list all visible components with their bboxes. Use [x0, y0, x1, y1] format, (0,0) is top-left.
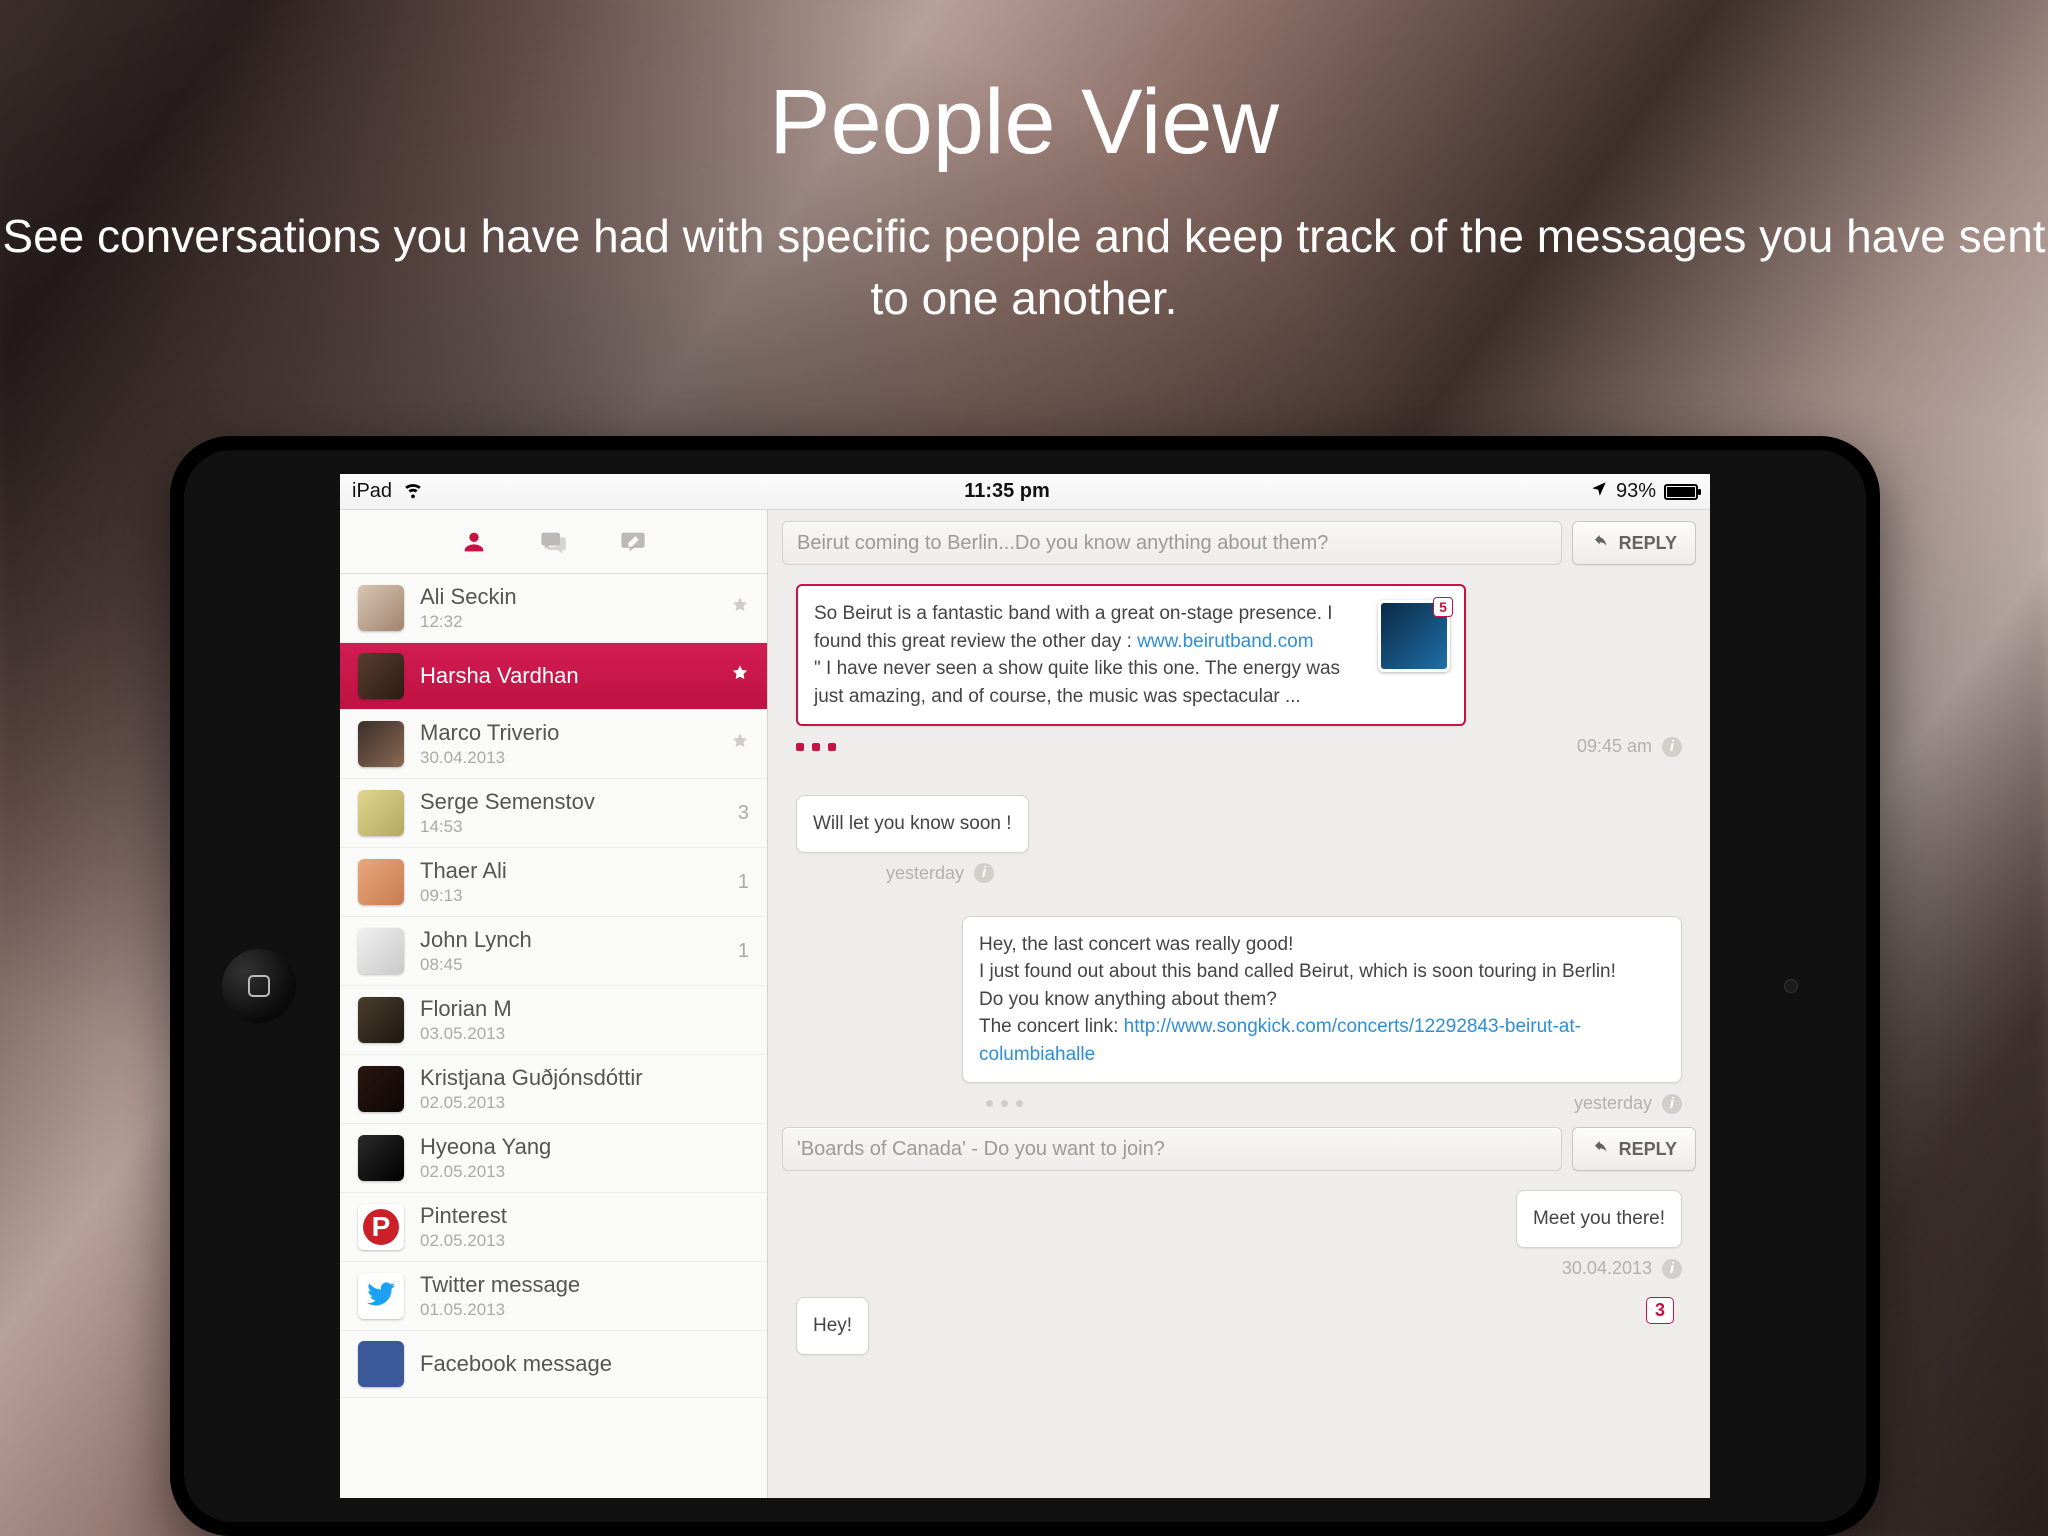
- people-row[interactable]: Hyeona Yang02.05.2013: [340, 1124, 767, 1193]
- person-time: 03.05.2013: [420, 1024, 741, 1044]
- avatar: [358, 997, 404, 1043]
- avatar: [358, 859, 404, 905]
- person-name: Florian M: [420, 996, 741, 1022]
- link[interactable]: www.beirutband.com: [1137, 631, 1313, 652]
- tab-chat[interactable]: [538, 528, 568, 556]
- person-time: 14:53: [420, 817, 730, 837]
- people-row[interactable]: Thaer Ali09:13 1: [340, 848, 767, 917]
- reply-icon: [1591, 1139, 1611, 1160]
- row-badge: 3: [738, 802, 749, 825]
- thread-subject[interactable]: Beirut coming to Berlin...Do you know an…: [782, 521, 1562, 565]
- person-time: 09:13: [420, 886, 730, 906]
- badge: 3: [1646, 1297, 1674, 1324]
- people-row[interactable]: Florian M03.05.2013: [340, 986, 767, 1055]
- dots-icon[interactable]: [796, 743, 836, 751]
- tab-compose[interactable]: [618, 528, 648, 556]
- battery-percent: 93%: [1616, 480, 1656, 503]
- person-time: 30.04.2013: [420, 748, 723, 768]
- row-badge: [731, 596, 749, 620]
- attachment-count: 5: [1433, 597, 1453, 617]
- message-bubble[interactable]: Hey!: [796, 1297, 869, 1355]
- people-row[interactable]: Harsha Vardhan: [340, 643, 767, 710]
- person-name: Thaer Ali: [420, 858, 730, 884]
- person-time: 12:32: [420, 612, 723, 632]
- sidebar: Ali Seckin12:32 Harsha Vardhan Marco Trive…: [340, 510, 768, 1498]
- message-time: 30.04.2013: [1562, 1258, 1652, 1279]
- person-name: Facebook message: [420, 1351, 741, 1377]
- person-name: Kristjana Guðjónsdóttir: [420, 1065, 741, 1091]
- people-row[interactable]: Kristjana Guðjónsdóttir02.05.2013: [340, 1055, 767, 1124]
- row-badge: [731, 664, 749, 688]
- battery-icon: [1664, 484, 1698, 500]
- message-bubble[interactable]: Will let you know soon !: [796, 795, 1029, 853]
- person-time: 02.05.2013: [420, 1093, 741, 1113]
- device-label: iPad: [352, 480, 392, 503]
- status-bar: iPad 11:35 pm 93%: [340, 474, 1710, 510]
- person-time: 01.05.2013: [420, 1300, 741, 1320]
- people-row[interactable]: Facebook message: [340, 1331, 767, 1398]
- avatar: P: [358, 1204, 404, 1250]
- message-bubble[interactable]: Hey, the last concert was really good! I…: [962, 916, 1682, 1084]
- info-icon[interactable]: i: [1662, 737, 1682, 757]
- clock: 11:35 pm: [424, 480, 1590, 503]
- person-name: Serge Semenstov: [420, 789, 730, 815]
- message-time: yesterday: [886, 863, 964, 884]
- info-icon[interactable]: i: [1662, 1094, 1682, 1114]
- conversation-panel: Beirut coming to Berlin...Do you know an…: [768, 510, 1710, 1498]
- person-name: John Lynch: [420, 927, 730, 953]
- message-time: yesterday: [1574, 1093, 1652, 1114]
- person-name: Twitter message: [420, 1272, 741, 1298]
- info-icon[interactable]: i: [974, 863, 994, 883]
- people-row[interactable]: John Lynch08:45 1: [340, 917, 767, 986]
- thread-subject[interactable]: 'Boards of Canada' - Do you want to join…: [782, 1127, 1562, 1171]
- tab-people[interactable]: [460, 528, 488, 556]
- person-name: Hyeona Yang: [420, 1134, 741, 1160]
- message-time: 09:45 am: [1577, 736, 1652, 757]
- people-row[interactable]: Serge Semenstov14:53 3: [340, 779, 767, 848]
- sidebar-tabs: [340, 510, 767, 574]
- row-badge: 1: [738, 940, 749, 963]
- home-button[interactable]: [222, 949, 296, 1023]
- avatar: [358, 1066, 404, 1112]
- person-time: 02.05.2013: [420, 1162, 741, 1182]
- hero-subtitle: See conversations you have had with spec…: [0, 205, 2048, 329]
- avatar: [358, 653, 404, 699]
- dots-icon[interactable]: [986, 1100, 1023, 1107]
- avatar: [358, 1341, 404, 1387]
- people-row[interactable]: Ali Seckin12:32: [340, 574, 767, 643]
- person-time: 02.05.2013: [420, 1231, 741, 1251]
- attachment-thumb[interactable]: 5: [1378, 600, 1450, 672]
- people-row[interactable]: P Pinterest02.05.2013: [340, 1193, 767, 1262]
- row-badge: [731, 732, 749, 756]
- info-icon[interactable]: i: [1662, 1259, 1682, 1279]
- avatar: [358, 928, 404, 974]
- person-name: Marco Triverio: [420, 720, 723, 746]
- reply-icon: [1591, 533, 1611, 554]
- hero: People View See conversations you have h…: [0, 70, 2048, 329]
- message-bubble[interactable]: Meet you there!: [1516, 1190, 1682, 1248]
- person-name: Pinterest: [420, 1203, 741, 1229]
- wifi-icon: [402, 478, 424, 506]
- message-bubble[interactable]: So Beirut is a fantastic band with a gre…: [796, 584, 1466, 726]
- camera-icon: [1784, 979, 1798, 993]
- avatar: [358, 721, 404, 767]
- avatar: [358, 1135, 404, 1181]
- hero-title: People View: [0, 70, 2048, 175]
- row-badge: 1: [738, 871, 749, 894]
- person-name: Ali Seckin: [420, 584, 723, 610]
- reply-button[interactable]: REPLY: [1572, 521, 1696, 565]
- person-time: 08:45: [420, 955, 730, 975]
- person-name: Harsha Vardhan: [420, 663, 723, 689]
- location-icon: [1590, 480, 1608, 504]
- ipad-frame: iPad 11:35 pm 93%: [170, 436, 1880, 1536]
- people-row[interactable]: Marco Triverio30.04.2013: [340, 710, 767, 779]
- avatar: [358, 585, 404, 631]
- avatar: [358, 1273, 404, 1319]
- avatar: [358, 790, 404, 836]
- people-row[interactable]: Twitter message01.05.2013: [340, 1262, 767, 1331]
- reply-button[interactable]: REPLY: [1572, 1127, 1696, 1171]
